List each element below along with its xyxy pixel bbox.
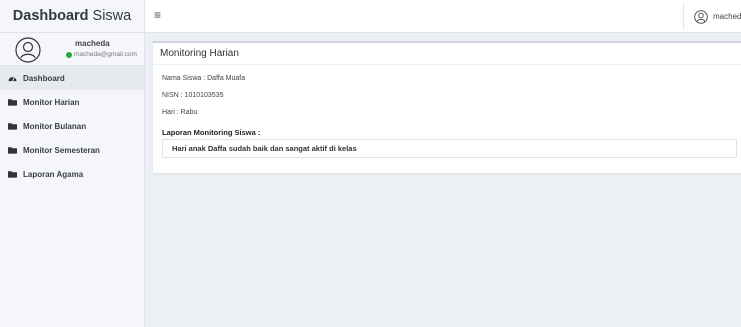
folder-icon xyxy=(8,99,17,106)
tachometer-icon xyxy=(8,77,17,82)
sidebar-item-label: Monitor Bulanan xyxy=(23,121,87,131)
folder-icon xyxy=(8,171,17,178)
sidebar-item-label: Monitor Harian xyxy=(23,97,80,107)
brand-title-light: Siswa xyxy=(92,8,132,24)
report-text-box: Hari anak Daffa sudah baik dan sangat ak… xyxy=(162,139,737,158)
user-panel: macheda macheda@gmail.com xyxy=(0,33,144,66)
folder-icon xyxy=(8,147,17,154)
sidebar-item-monitor-bulanan[interactable]: Monitor Bulanan xyxy=(0,114,144,138)
folder-icon xyxy=(8,123,17,130)
card-title: Monitoring Harian xyxy=(160,48,239,59)
monitoring-card: Monitoring Harian Nama Siswa : Daffa Mua… xyxy=(153,41,741,173)
brand-title-bold: Dashboard xyxy=(12,8,89,24)
user-circle-icon xyxy=(694,9,708,24)
card-header-divider xyxy=(153,64,741,65)
brand-title[interactable]: Dashboard Siswa xyxy=(0,0,144,33)
online-status-icon xyxy=(66,51,72,58)
report-section-label: Laporan Monitoring Siswa : xyxy=(162,128,261,137)
report-text: Hari anak Daffa sudah baik dan sangat ak… xyxy=(172,144,357,153)
sidebar-item-label: Laporan Agama xyxy=(23,169,84,179)
user-menu[interactable]: macheda xyxy=(683,3,741,30)
sidebar-item-monitor-harian[interactable]: Monitor Harian xyxy=(0,90,144,114)
sidebar-item-monitor-semesteran[interactable]: Monitor Semesteran xyxy=(0,138,144,162)
student-name: Nama Siswa : Daffa Muafa xyxy=(162,75,246,82)
sidebar-item-label: Dashboard xyxy=(23,73,65,83)
sidebar-item-label: Monitor Semesteran xyxy=(23,145,100,155)
user-name: macheda xyxy=(75,39,110,48)
student-nisn: NISN : 1010103535 xyxy=(162,92,224,99)
report-day: Hari : Rabu xyxy=(162,109,198,116)
user-email-row: macheda@gmail.com xyxy=(66,51,137,58)
user-email: macheda@gmail.com xyxy=(74,51,137,58)
top-navbar: ≡ macheda xyxy=(145,0,741,33)
hamburger-icon[interactable]: ≡ xyxy=(154,9,161,21)
sidebar-item-dashboard[interactable]: Dashboard xyxy=(0,66,144,90)
sidebar-nav: Dashboard Monitor Harian Monitor Bulanan… xyxy=(0,66,144,186)
user-menu-label: macheda xyxy=(713,12,741,21)
sidebar-item-laporan-agama[interactable]: Laporan Agama xyxy=(0,162,144,186)
user-avatar-icon xyxy=(15,37,41,63)
sidebar: Dashboard Siswa macheda macheda@gmail.com… xyxy=(0,0,145,327)
